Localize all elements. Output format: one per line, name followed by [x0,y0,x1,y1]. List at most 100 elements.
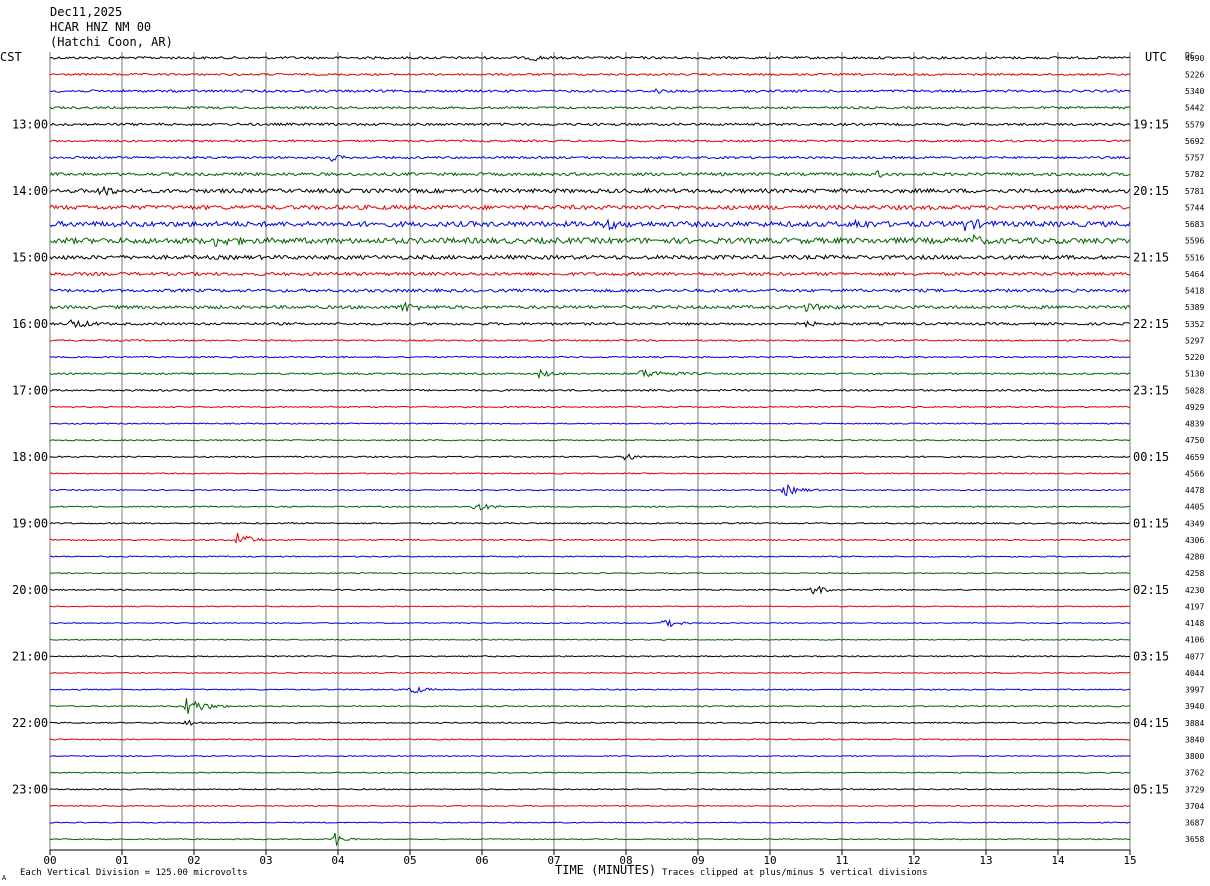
x-tick-label: 15 [1123,854,1136,867]
dc-offset-label: 3800 [1185,752,1204,761]
trace-row-44 [49,788,1131,791]
seismic-traces [49,55,1131,847]
right-hour-label: 21:15 [1133,250,1169,264]
dc-offset-label: 4306 [1185,536,1204,545]
x-tick-label: 01 [115,854,128,867]
trace-row-39 [50,698,1131,714]
left-hour-label: 19:00 [12,516,48,530]
dc-offset-label: 5130 [1185,370,1204,379]
left-hour-label: 18:00 [12,450,48,464]
trace-row-41 [49,738,1131,741]
trace-row-40 [49,719,1131,726]
grid-lines [49,52,1131,851]
left-hour-label: 14:00 [12,184,48,198]
trace-row-6 [49,154,1131,163]
trace-row-2 [49,87,1131,94]
x-tick-label: 12 [907,854,920,867]
dc-offset-label: 5226 [1185,70,1204,79]
trace-row-4 [49,122,1131,127]
right-hour-label: 04:15 [1133,716,1169,730]
trace-row-9 [49,204,1131,211]
trace-row-37 [49,671,1131,674]
dc-offset-label: 4659 [1185,453,1204,462]
vertical-division-note: Each Vertical Division = 125.00 microvol… [20,868,248,878]
trace-row-30 [49,555,1131,558]
left-hour-label: 16:00 [12,317,48,331]
trace-row-7 [49,169,1131,178]
trace-row-32 [49,585,1130,595]
dc-offset-label: 4044 [1185,669,1204,678]
right-hour-label: 00:15 [1133,450,1169,464]
trace-row-47 [49,832,1130,847]
x-tick-label: 09 [691,854,704,867]
trace-row-46 [49,821,1131,824]
dc-offset-label: 3704 [1185,802,1204,811]
left-hour-label: 20:00 [12,583,48,597]
trace-row-17 [49,338,1131,342]
trace-row-11 [49,233,1131,247]
dc-offset-label: 5352 [1185,320,1204,329]
dc-offset-label: 4405 [1185,503,1204,512]
trace-row-31 [49,572,1131,575]
right-hour-label: 19:15 [1133,117,1169,131]
trace-row-3 [49,105,1131,110]
x-tick-label: 11 [835,854,848,867]
trace-row-15 [49,301,1131,313]
x-tick-label: 05 [403,854,416,867]
right-hour-label: 02:15 [1133,583,1169,597]
trace-row-14 [49,288,1131,294]
dc-offset-label: 4197 [1185,602,1204,611]
trace-row-18 [49,355,1131,359]
trace-row-19 [49,368,1131,380]
left-hour-label: 15:00 [12,250,48,264]
trace-row-29 [49,532,1131,545]
trace-row-23 [49,438,1131,442]
dc-offset-label: 5028 [1185,386,1204,395]
dc-offset-label: 4077 [1185,652,1204,661]
trace-row-45 [49,804,1131,807]
dc-offset-label: 5297 [1185,336,1204,345]
trace-row-33 [50,605,1131,608]
dc-offset-label: 3687 [1185,819,1204,828]
trace-row-12 [49,254,1131,261]
trace-row-43 [49,771,1131,774]
dc-offset-label: 5579 [1185,120,1204,129]
station-label: HCAR HNZ NM 00 [50,20,151,34]
dc-offset-label: 5692 [1185,137,1204,146]
dc-offset-label: 5340 [1185,87,1204,96]
dc-offset-label: 4566 [1185,469,1204,478]
trace-row-28 [49,521,1131,525]
dc-offset-label: 4750 [1185,436,1204,445]
dc-offset-label: 5516 [1185,253,1204,262]
x-tick-label: 04 [331,854,345,867]
dc-offset-label: 5220 [1185,353,1204,362]
trace-row-25 [49,472,1131,475]
trace-row-26 [49,483,1131,497]
left-hour-label: 21:00 [12,649,48,663]
dc-offset-label: 3940 [1185,702,1204,711]
x-tick-label: 00 [43,854,56,867]
trace-row-36 [49,655,1131,658]
trace-row-21 [49,405,1131,409]
dc-offset-label: 3997 [1185,686,1204,695]
dc-offset-label: 5683 [1185,220,1204,229]
dc-offset-label: 3762 [1185,769,1204,778]
right-hour-label: 05:15 [1133,782,1169,796]
dc-offset-label: 3840 [1185,735,1204,744]
x-tick-label: 03 [259,854,272,867]
dc-offset-label: 5418 [1185,287,1204,296]
dc-offset-label: 5596 [1185,237,1204,246]
left-hour-label: 17:00 [12,383,48,397]
trace-row-27 [49,503,1131,511]
dc-offset-label: 4990 [1185,54,1204,63]
dc-offset-label: 5389 [1185,303,1204,312]
helicorder-chart: Dec11,2025 HCAR HNZ NM 00 (Hatchi Coon, … [0,5,1204,882]
x-axis-title: TIME (MINUTES) [555,863,656,877]
trace-row-42 [49,755,1131,758]
dc-offset-label: 5464 [1185,270,1204,279]
dc-offset-label: 3884 [1185,719,1204,728]
dc-offset-label: 4106 [1185,636,1204,645]
x-tick-label: 06 [475,854,488,867]
dc-offset-label: 5442 [1185,104,1204,113]
dc-offset-label: 4478 [1185,486,1204,495]
